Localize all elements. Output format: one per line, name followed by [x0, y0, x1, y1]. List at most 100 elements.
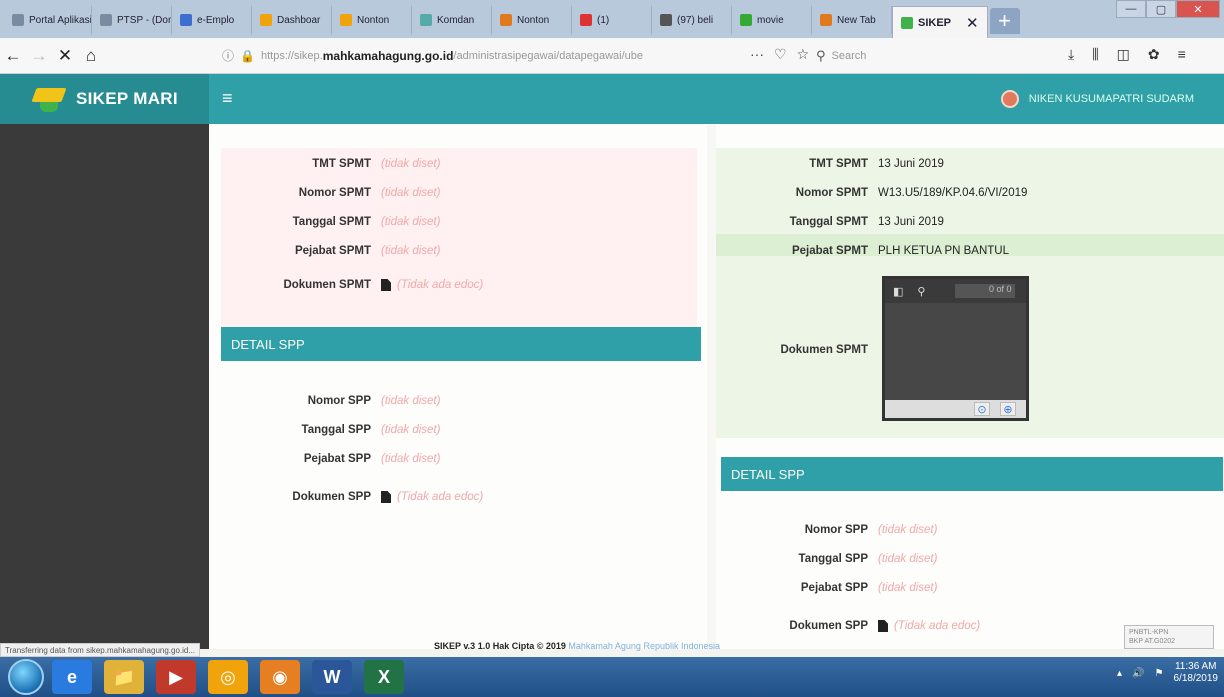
brand[interactable]: SIKEP MARI — [0, 74, 209, 124]
app-footer: SIKEP v.3 1.0 Hak Cipta © 2019 Mahkamah … — [434, 641, 720, 651]
stop-icon[interactable]: ✕ — [52, 46, 78, 66]
back-arrow-icon[interactable]: ← — [0, 46, 26, 66]
field-label: Nomor SPMT — [795, 187, 868, 199]
pdf-viewer[interactable]: ◧ ⚲ 0 of 0 ⊙ ⊕ — [882, 276, 1029, 421]
field-label: Dokumen SPMT — [283, 279, 371, 291]
field-value: (tidak diset) — [381, 395, 441, 407]
tab-label: Komdan — [437, 14, 475, 26]
taskbar-app-icon[interactable]: 📁 — [104, 660, 144, 694]
taskbar-app-icon[interactable]: ◎ — [208, 660, 248, 694]
library-icon[interactable]: ⫼ — [1092, 46, 1098, 63]
section-header-detail-spp-left: DETAIL SPP — [221, 327, 701, 361]
volume-icon[interactable]: 🔊 — [1132, 668, 1144, 679]
field-label: Tanggal SPP — [301, 424, 371, 436]
stamp-line: PNBTL-KPN — [1129, 629, 1169, 636]
maximize-button[interactable]: ▢ — [1146, 0, 1176, 18]
tab-sikep[interactable]: SIKEP ✕ — [892, 6, 988, 38]
taskbar-app-icon[interactable]: W — [312, 660, 352, 694]
field-value: (tidak diset) — [381, 187, 441, 199]
taskbar-app-icon[interactable]: ◉ — [260, 660, 300, 694]
browser-tab[interactable]: (97) beli — [652, 6, 732, 34]
field-label: Tanggal SPP — [798, 553, 868, 565]
tab-label: (97) beli — [677, 14, 714, 26]
browser-tab[interactable]: Nonton — [332, 6, 412, 34]
spmt-field-row: TMT SPMT 13 Juni 2019 — [716, 158, 944, 170]
browser-tab-strip: Portal Aplikasi PTSP - (Dom e-Emplo Dashboa… — [0, 0, 1224, 38]
field-label: Dokumen SPMT — [780, 344, 868, 356]
spp-field-row: Tanggal SPP (tidak diset) — [716, 553, 938, 565]
pocket-icon[interactable]: ♡ — [774, 46, 787, 63]
hamburger-menu-icon[interactable]: ≡ — [222, 88, 233, 109]
clock[interactable]: 11:36 AM 6/18/2019 — [1174, 661, 1219, 685]
spmt-field-row: Tanggal SPMT 13 Juni 2019 — [716, 216, 944, 228]
windows-taskbar: e 📁 ▶ ◎ ◉ W X ▴ 🔊 ⚑ 11:36 AM 6/18/2019 — [0, 657, 1224, 697]
menu-icon[interactable]: ≡ — [1178, 46, 1186, 63]
browser-tab[interactable]: PTSP - (Dom — [92, 6, 172, 34]
more-actions-icon[interactable]: ··· — [750, 46, 764, 63]
tab-label: PTSP - (Dom — [117, 14, 172, 26]
minimize-button[interactable]: — — [1116, 0, 1146, 18]
lock-icon: 🔒 — [240, 48, 255, 63]
zoom-out-icon[interactable]: ⊙ — [974, 402, 990, 416]
spmt-field-row: TMT SPMT (tidak diset) — [209, 158, 440, 170]
tab-favicon-icon — [500, 14, 512, 26]
browser-tab[interactable]: Nonton — [492, 6, 572, 34]
system-tray: ▴ 🔊 ⚑ 11:36 AM 6/18/2019 — [1117, 661, 1218, 685]
taskbar-app-icon[interactable]: X — [364, 660, 404, 694]
tab-favicon-icon — [180, 14, 192, 26]
tab-label: Portal Aplikasi — [29, 14, 92, 26]
page-actions: ··· ♡ ☆ — [750, 46, 809, 63]
sidebar-icon[interactable]: ◫ — [1117, 46, 1130, 63]
user-menu[interactable]: NIKEN KUSUMAPATRI SUDARM — [1000, 90, 1194, 108]
close-tab-icon[interactable]: ✕ — [966, 14, 979, 32]
start-button[interactable] — [8, 659, 44, 695]
field-label: Pejabat SPMT — [791, 245, 868, 257]
browser-tab[interactable]: Dashboar — [252, 6, 332, 34]
field-value: (tidak diset) — [381, 216, 441, 228]
field-label: Nomor SPP — [804, 524, 868, 536]
search-icon: ⚲ — [816, 48, 826, 63]
bookmark-star-icon[interactable]: ☆ — [797, 46, 810, 63]
search-icon[interactable]: ⚲ — [917, 285, 925, 298]
info-icon[interactable]: ⓘ — [222, 47, 234, 64]
right-doc-spp-row: Dokumen SPP (Tidak ada edoc) — [716, 620, 980, 632]
tab-favicon-icon — [420, 14, 432, 26]
extension-icon[interactable]: ✿ — [1148, 46, 1160, 63]
close-window-button[interactable]: ✕ — [1176, 0, 1220, 18]
download-icon[interactable]: ⤓ — [1068, 46, 1074, 63]
clock-time: 11:36 AM — [1174, 661, 1217, 672]
browser-tab[interactable]: New Tab — [812, 6, 892, 34]
tray-arrow-icon[interactable]: ▴ — [1117, 668, 1122, 679]
taskbar-app-icon[interactable]: ▶ — [156, 660, 196, 694]
graduation-cap-logo-icon — [31, 82, 67, 116]
spmt-field-row: Pejabat SPMT PLH KETUA PN BANTUL — [716, 245, 1009, 257]
zoom-in-icon[interactable]: ⊕ — [1000, 402, 1016, 416]
field-value: (tidak diset) — [381, 453, 441, 465]
browser-tab[interactable]: movie — [732, 6, 812, 34]
left-doc-spmt-row: Dokumen SPMT (Tidak ada edoc) — [209, 279, 483, 291]
tab-label: Nonton — [357, 14, 390, 26]
spmt-field-row: Nomor SPMT W13.U5/189/KP.04.6/VI/2019 — [716, 187, 1028, 199]
left-panel: TMT SPMT (tidak diset) Nomor SPMT (tidak di… — [209, 124, 707, 649]
forward-arrow-icon[interactable]: → — [26, 46, 52, 66]
field-label: Dokumen SPP — [292, 491, 371, 503]
taskbar-app-icon[interactable]: e — [52, 660, 92, 694]
browser-tab[interactable]: Portal Aplikasi — [4, 6, 92, 34]
network-icon[interactable]: ⚑ — [1155, 668, 1164, 679]
tab-favicon-icon — [260, 14, 272, 26]
sidebar-toggle-icon[interactable]: ◧ — [893, 285, 903, 298]
document-icon — [878, 620, 888, 632]
browser-tab[interactable]: e-Emplo — [172, 6, 252, 34]
section-header-detail-spp-right: DETAIL SPP — [721, 457, 1223, 491]
home-icon[interactable]: ⌂ — [78, 46, 104, 66]
field-value: (tidak diset) — [381, 424, 441, 436]
footer-link[interactable]: Mahkamah Agung Republik Indonesia — [568, 641, 720, 651]
viewer-footer: ⊙ ⊕ — [885, 400, 1026, 418]
tab-favicon-icon — [740, 14, 752, 26]
browser-nav-bar: ← → ✕ ⌂ ⓘ 🔒 https://sikep. mahkamahagung.… — [0, 38, 1224, 74]
spmt-section-left — [221, 148, 697, 333]
browser-tab[interactable]: (1) — [572, 6, 652, 34]
browser-tab[interactable]: Komdan — [412, 6, 492, 34]
new-tab-button[interactable]: + — [989, 8, 1020, 34]
field-value: (Tidak ada edoc) — [397, 491, 484, 503]
